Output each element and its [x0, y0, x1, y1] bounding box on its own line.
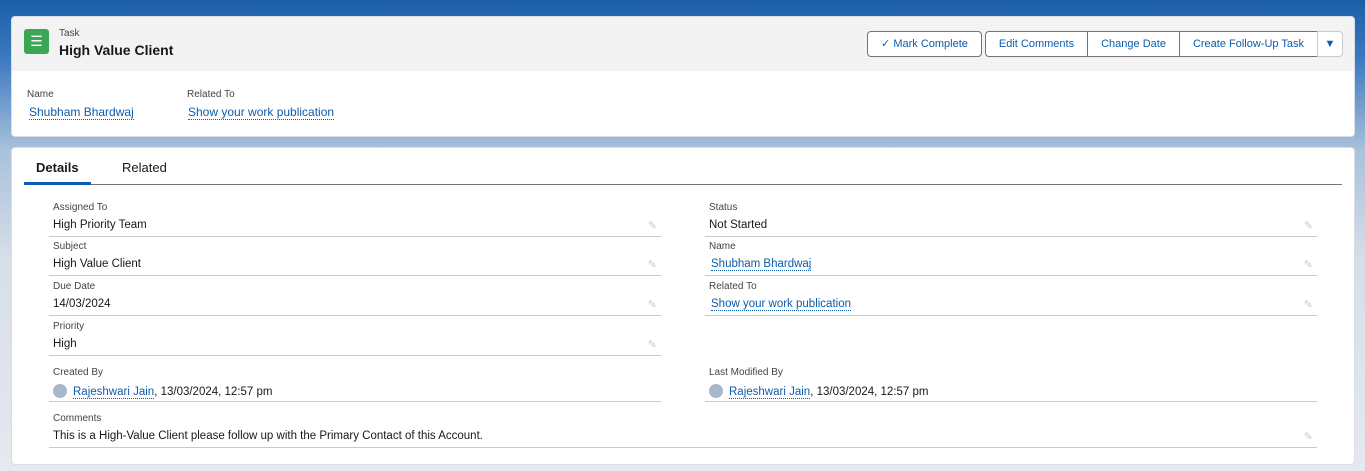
- mark-complete-label: Mark Complete: [893, 38, 968, 50]
- field-value: High Priority Team: [53, 219, 147, 231]
- user-avatar: [53, 384, 67, 398]
- related-to-link[interactable]: Show your work publication: [711, 298, 851, 311]
- tab-details[interactable]: Details: [24, 160, 91, 185]
- check-icon: ✓: [881, 38, 894, 50]
- field-label: Priority: [53, 321, 85, 332]
- field-value: This is a High-Value Client please follo…: [53, 430, 483, 442]
- pencil-icon[interactable]: ✎: [648, 298, 657, 311]
- header-bar: ☰ Task High Value Client ✓ Mark Complete…: [12, 17, 1354, 71]
- field-related-to: Related To Show your work publication ✎: [705, 276, 1317, 316]
- field-label: Created By: [53, 367, 104, 378]
- field-status: Status Not Started ✎: [705, 197, 1317, 237]
- chevron-down-icon: ▼: [1324, 38, 1336, 50]
- pencil-icon[interactable]: ✎: [648, 338, 657, 351]
- field-comments: Comments This is a High-Value Client plea…: [49, 408, 1317, 448]
- field-due-date: Due Date 14/03/2024 ✎: [49, 276, 661, 316]
- highlight-name-link[interactable]: Shubham Bhardwaj: [29, 105, 134, 120]
- tab-related[interactable]: Related: [122, 160, 167, 175]
- user-avatar: [709, 384, 723, 398]
- field-label: Status: [709, 202, 738, 213]
- field-subject: Subject High Value Client ✎: [49, 236, 661, 276]
- pencil-icon[interactable]: ✎: [648, 258, 657, 271]
- created-by-user-link[interactable]: Rajeshwari Jain: [73, 386, 155, 399]
- modified-by-user-link[interactable]: Rajeshwari Jain: [729, 386, 811, 399]
- more-actions-button[interactable]: ▼: [1317, 31, 1343, 57]
- field-label: Last Modified By: [709, 367, 783, 378]
- field-created-by: Created By Rajeshwari Jain, 13/03/2024, 1…: [49, 362, 661, 402]
- created-date: , 13/03/2024, 12:57 pm: [154, 386, 273, 398]
- record-title: High Value Client: [59, 42, 174, 58]
- field-value: High: [53, 338, 77, 350]
- field-last-modified-by: Last Modified By Rajeshwari Jain, 13/03/2…: [705, 362, 1317, 402]
- mark-complete-button[interactable]: ✓ Mark Complete: [867, 31, 982, 57]
- field-assigned-to: Assigned To High Priority Team ✎: [49, 197, 661, 237]
- field-label: Due Date: [53, 281, 96, 292]
- pencil-icon[interactable]: ✎: [648, 219, 657, 232]
- field-label: Related To: [709, 281, 757, 292]
- name-link[interactable]: Shubham Bhardwaj: [711, 258, 812, 271]
- field-name: Name Shubham Bhardwaj ✎: [705, 236, 1317, 276]
- tab-bar: Details Related: [24, 148, 1342, 185]
- create-follow-up-task-button[interactable]: Create Follow-Up Task: [1178, 31, 1318, 57]
- highlight-label-related: Related To: [187, 89, 235, 100]
- field-label: Comments: [53, 413, 102, 424]
- change-date-button[interactable]: Change Date: [1087, 31, 1180, 57]
- field-priority: Priority High ✎: [49, 316, 661, 356]
- field-value: Not Started: [709, 219, 768, 231]
- field-value: High Value Client: [53, 258, 142, 270]
- field-label: Name: [709, 241, 736, 252]
- highlight-label-name: Name: [27, 89, 54, 100]
- pencil-icon[interactable]: ✎: [1304, 298, 1313, 311]
- pencil-icon[interactable]: ✎: [1304, 258, 1313, 271]
- field-value: 14/03/2024: [53, 298, 111, 310]
- task-icon: ☰: [24, 29, 49, 54]
- field-label: Assigned To: [53, 202, 108, 213]
- details-card: Details Related Assigned To High Priority…: [11, 147, 1355, 465]
- object-label: Task: [59, 28, 80, 39]
- field-label: Subject: [53, 241, 87, 252]
- modified-date: , 13/03/2024, 12:57 pm: [810, 386, 929, 398]
- pencil-icon[interactable]: ✎: [1304, 430, 1313, 443]
- pencil-icon[interactable]: ✎: [1304, 219, 1313, 232]
- highlight-related-link[interactable]: Show your work publication: [188, 105, 335, 120]
- edit-comments-button[interactable]: Edit Comments: [984, 31, 1089, 57]
- record-header: ☰ Task High Value Client ✓ Mark Complete…: [11, 16, 1355, 137]
